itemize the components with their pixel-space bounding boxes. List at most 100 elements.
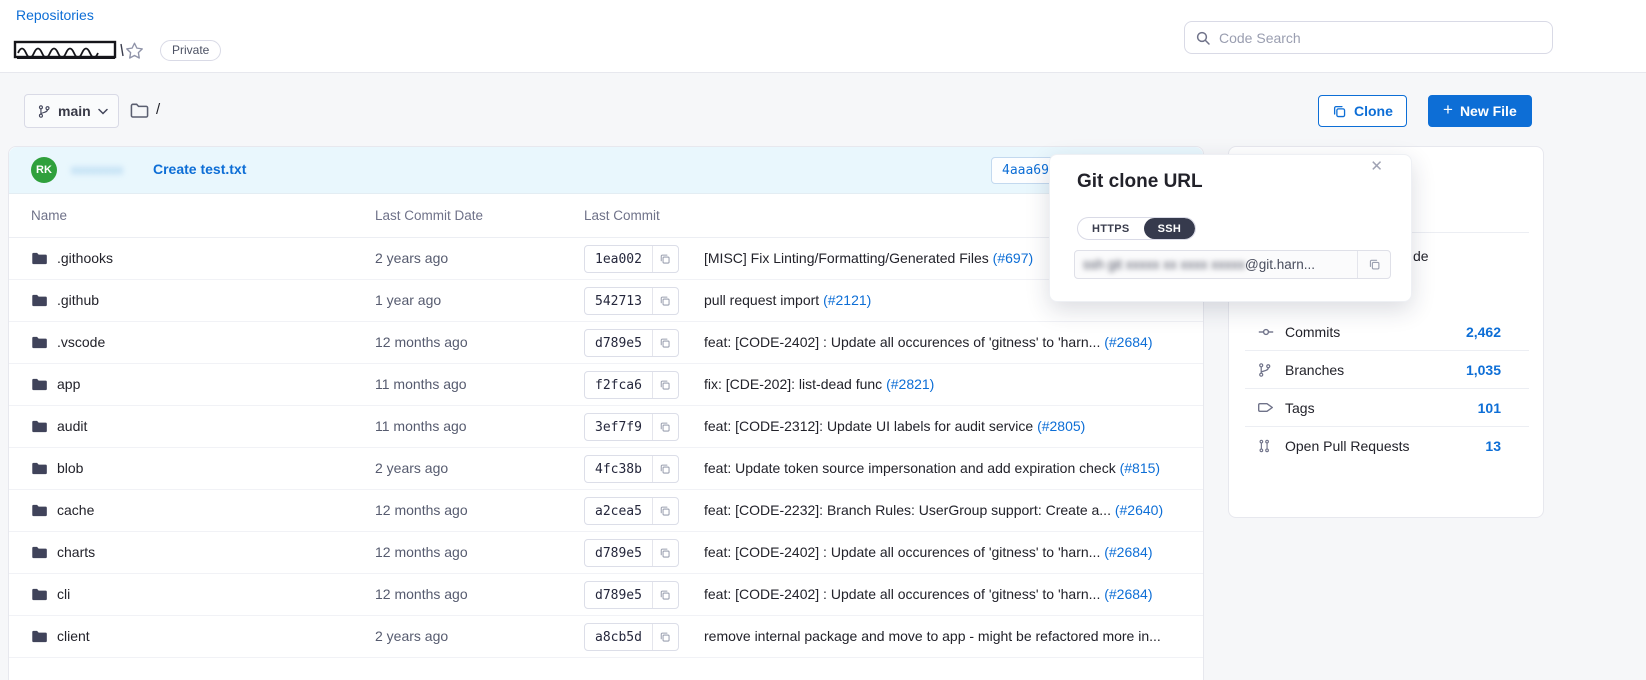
commit-message-text: feat: [CODE-2232]: Branch Rules: UserGro… [704,502,1111,518]
commit-message: feat: [CODE-2402] : Update all occurence… [704,544,1153,560]
breadcrumb-repositories-link[interactable]: Repositories [16,7,94,23]
avatar: RK [31,157,57,183]
commit-hash[interactable]: d789e5 [585,330,652,356]
new-file-button[interactable]: + New File [1428,95,1532,127]
latest-commit-banner: RK xxxxxxxx Create test.txt 4aaa69 [9,147,1203,194]
commit-hash-chip: a8cb5d [584,623,679,651]
stat-value[interactable]: 101 [1478,400,1501,416]
file-name[interactable]: client [57,628,90,644]
stat-value[interactable]: 13 [1485,438,1501,454]
tab-ssh[interactable]: SSH [1144,218,1196,239]
repo-stats: Commits 2,462 Branches 1,035 Tags 101 Op… [1245,313,1529,465]
column-name: Name [31,194,67,238]
commit-message: feat: [CODE-2312]: Update UI labels for … [704,418,1085,434]
file-name[interactable]: audit [57,418,87,434]
file-name[interactable]: app [57,376,80,392]
commit-date: 11 months ago [375,418,467,434]
path-root[interactable]: / [156,101,160,118]
pr-link[interactable]: (#2805) [1037,418,1085,434]
clone-button[interactable]: Clone [1318,95,1407,127]
copy-hash-button[interactable] [652,246,678,272]
commit-hash[interactable]: a2cea5 [585,498,652,524]
commit-hash[interactable]: 4fc38b [585,456,652,482]
commit-author-redacted: xxxxxxxx [71,162,123,177]
commit-hash[interactable]: d789e5 [585,582,652,608]
pr-link[interactable]: (#2684) [1104,586,1152,602]
table-row[interactable]: cache 12 months ago a2cea5 feat: [CODE-2… [9,490,1203,532]
folder-icon [31,419,48,434]
file-name[interactable]: charts [57,544,95,560]
file-name[interactable]: blob [57,460,83,476]
pr-link[interactable]: (#2121) [823,292,871,308]
table-row[interactable]: .vscode 12 months ago d789e5 feat: [CODE… [9,322,1203,364]
copy-hash-button[interactable] [652,624,678,650]
commit-message-text: feat: [CODE-2312]: Update UI labels for … [704,418,1033,434]
commit-date: 12 months ago [375,544,468,560]
branch-selector[interactable]: main [24,94,119,128]
file-name[interactable]: cli [57,586,70,602]
copy-hash-button[interactable] [652,582,678,608]
private-badge: Private [160,40,221,61]
table-row[interactable]: app 11 months ago f2fca6 fix: [CDE-202]:… [9,364,1203,406]
copy-hash-button[interactable] [652,498,678,524]
table-row[interactable]: audit 11 months ago 3ef7f9 feat: [CODE-2… [9,406,1203,448]
stat-row-commits: Commits 2,462 [1245,313,1529,351]
tab-https[interactable]: HTTPS [1078,218,1144,239]
commit-hash[interactable]: d789e5 [585,540,652,566]
file-rows: .githooks 2 years ago 1ea002 [MISC] Fix … [9,238,1203,658]
folder-icon [31,629,48,644]
commit-hash-chip: 542713 [584,287,679,315]
pr-link[interactable]: (#697) [993,250,1033,266]
table-row[interactable]: charts 12 months ago d789e5 feat: [CODE-… [9,532,1203,574]
copy-hash-button[interactable] [652,540,678,566]
commit-hash[interactable]: f2fca6 [585,372,652,398]
commit-hash[interactable]: 3ef7f9 [585,414,652,440]
folder-icon [31,461,48,476]
commit-message: feat: [CODE-2402] : Update all occurence… [704,334,1153,350]
commit-message: feat: [CODE-2402] : Update all occurence… [704,586,1153,602]
star-icon[interactable] [124,41,145,61]
file-name[interactable]: .vscode [57,334,105,350]
commit-hash[interactable]: 542713 [585,288,652,314]
stat-row-branches: Branches 1,035 [1245,351,1529,389]
pr-link[interactable]: (#2684) [1104,544,1152,560]
code-search-box[interactable] [1184,21,1553,54]
copy-hash-button[interactable] [652,372,678,398]
clone-icon [1332,104,1347,119]
folder-icon [31,335,48,350]
commit-hash[interactable]: a8cb5d [585,624,652,650]
stat-label: Tags [1285,400,1315,416]
copy-hash-button[interactable] [652,330,678,356]
copy-hash-button[interactable] [652,288,678,314]
file-list-card: RK xxxxxxxx Create test.txt 4aaa69 Name … [8,146,1204,680]
copy-url-button[interactable] [1357,251,1390,278]
pr-link[interactable]: (#2640) [1115,502,1163,518]
latest-commit-message-link[interactable]: Create test.txt [153,161,246,177]
commit-hash-chip: a2cea5 [584,497,679,525]
table-row[interactable]: client 2 years ago a8cb5d remove interna… [9,616,1203,658]
search-input[interactable] [1219,30,1542,46]
stat-value[interactable]: 1,035 [1466,362,1501,378]
table-row[interactable]: .githooks 2 years ago 1ea002 [MISC] Fix … [9,238,1203,280]
clone-url-field[interactable]: ssh git xxxxx xx xxxx xxxxx@git.harn... [1074,250,1391,279]
commit-message-text: feat: [CODE-2402] : Update all occurence… [704,586,1100,602]
copy-hash-button[interactable] [652,414,678,440]
top-header: Repositories Private [0,0,1646,73]
pr-link[interactable]: (#2821) [886,376,934,392]
copy-hash-button[interactable] [652,456,678,482]
commit-hash[interactable]: 1ea002 [585,246,652,272]
table-row[interactable]: .github 1 year ago 542713 pull request i… [9,280,1203,322]
file-name[interactable]: cache [57,502,94,518]
commit-date: 12 months ago [375,586,468,602]
stat-value[interactable]: 2,462 [1466,324,1501,340]
table-row[interactable]: blob 2 years ago 4fc38b feat: Update tok… [9,448,1203,490]
file-name[interactable]: .githooks [57,250,113,266]
pr-link[interactable]: (#2684) [1104,334,1152,350]
table-row[interactable]: cli 12 months ago d789e5 feat: [CODE-240… [9,574,1203,616]
pr-link[interactable]: (#815) [1120,460,1160,476]
file-name[interactable]: .github [57,292,99,308]
table-header: Name Last Commit Date Last Commit [9,194,1203,238]
close-icon[interactable]: ✕ [1370,157,1383,175]
stat-label: Open Pull Requests [1285,438,1410,454]
column-commit-date: Last Commit Date [375,194,483,238]
